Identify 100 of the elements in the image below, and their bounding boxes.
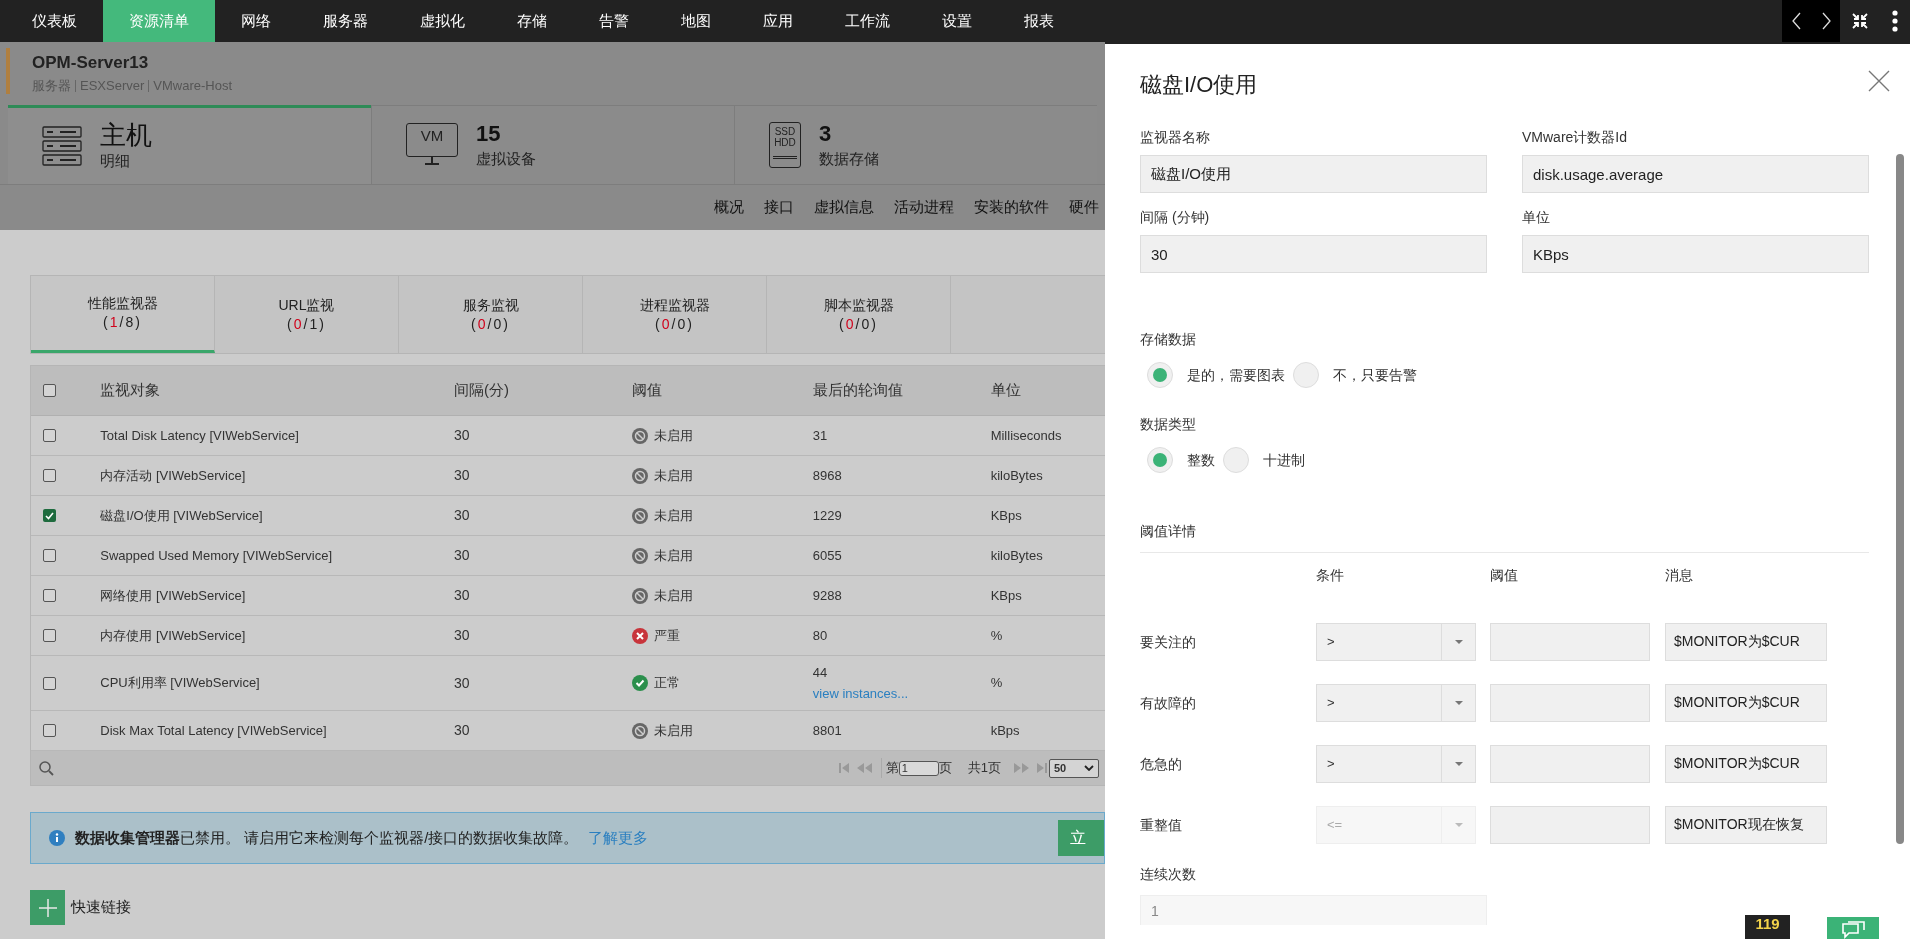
page-size-select[interactable]: 50 — [1049, 758, 1099, 778]
status-label: 未启用 — [653, 546, 693, 565]
table-cell-text: KBps — [990, 586, 1023, 605]
threshold-field[interactable] — [1490, 806, 1650, 844]
nav-tab[interactable]: 告警 — [573, 0, 655, 42]
threshold-field[interactable] — [1490, 684, 1650, 722]
column-header[interactable]: 间隔(分) — [454, 379, 632, 402]
forward-icon[interactable] — [1820, 12, 1831, 30]
condition-select[interactable]: > — [1316, 745, 1476, 783]
summary-tab[interactable]: SSD HDD 3 数据存储 — [734, 105, 1097, 184]
subnav-link[interactable]: 接口 — [764, 196, 794, 219]
message-field[interactable]: $MONITOR为$CUR — [1665, 745, 1827, 783]
summary-tab[interactable]: 主机 明细 — [8, 105, 371, 184]
nav-tab[interactable]: 虚拟化 — [394, 0, 491, 42]
column-header[interactable]: 监视对象 — [100, 379, 455, 402]
summary-value: 主机 — [100, 119, 152, 150]
field-label: 间隔 (分钟) — [1140, 208, 1211, 227]
nav-tab[interactable]: 仪表板 — [6, 0, 103, 42]
column-header[interactable]: 阈值 — [631, 379, 813, 402]
nav-tab[interactable]: 服务器 — [297, 0, 394, 42]
subnav-link[interactable]: 安装的软件 — [974, 196, 1049, 219]
nav-tab[interactable]: 设置 — [916, 0, 998, 42]
checkbox[interactable] — [43, 724, 56, 737]
table-cell-text: 30 — [454, 673, 471, 693]
radio-button[interactable] — [1223, 447, 1249, 473]
column-header: 阈值 — [1490, 566, 1519, 585]
radio-label[interactable]: 不，只要告警 — [1333, 364, 1417, 386]
column-header[interactable]: 最后的轮询值 — [812, 379, 991, 402]
nav-tab[interactable]: 存储 — [491, 0, 573, 42]
condition-select[interactable]: > — [1316, 684, 1476, 722]
column-header: 条件 — [1316, 566, 1345, 585]
page-label: 页 — [938, 759, 952, 778]
text-field[interactable]: 1 — [1140, 895, 1487, 925]
radio-label[interactable]: 是的，需要图表 — [1187, 364, 1285, 386]
subnav-link[interactable]: 概况 — [714, 196, 744, 219]
alarm-count-badge[interactable]: 119 — [1745, 915, 1790, 939]
radio-label[interactable]: 整数 — [1187, 449, 1215, 471]
table-cell-text: kBps — [990, 721, 1021, 740]
radio-button[interactable] — [1147, 362, 1173, 388]
text-field[interactable]: KBps — [1522, 235, 1869, 273]
radio-button[interactable] — [1147, 447, 1173, 473]
text-field[interactable]: disk.usage.average — [1522, 155, 1869, 193]
subnav-link[interactable]: 硬件 — [1069, 196, 1099, 219]
monitor-tab[interactable]: 脚本监视器 (0/0) — [767, 276, 951, 353]
back-icon[interactable] — [1791, 12, 1802, 30]
page-total: 共1页 — [967, 759, 1001, 778]
radio-label[interactable]: 十进制 — [1263, 449, 1305, 471]
checkbox[interactable] — [43, 629, 56, 642]
summary-label: 明细 — [100, 150, 131, 171]
add-button[interactable] — [30, 890, 65, 925]
condition-select[interactable]: > — [1316, 623, 1476, 661]
nav-tab[interactable]: 地图 — [655, 0, 737, 42]
threshold-field[interactable] — [1490, 745, 1650, 783]
chat-icon — [1840, 921, 1866, 939]
table-cell-text: 8968 — [812, 466, 843, 485]
table-cell-text: 6055 — [812, 546, 843, 565]
checkbox[interactable] — [43, 676, 56, 690]
status-label: 未启用 — [653, 466, 693, 485]
table-cell-text: 44 — [812, 663, 829, 682]
checkbox[interactable] — [43, 429, 56, 442]
table-cell-text: 1229 — [812, 506, 843, 525]
message-field[interactable]: $MONITOR为$CUR — [1665, 684, 1827, 722]
checkbox[interactable] — [43, 384, 56, 397]
status-label: 未启用 — [653, 586, 693, 605]
nav-tab[interactable]: 应用 — [737, 0, 819, 42]
summary-tab[interactable]: VM 15 虚拟设备 — [370, 105, 734, 184]
table-cell-text: 30 — [454, 466, 471, 485]
subnav-link[interactable]: 虚拟信息 — [814, 196, 874, 219]
search-icon[interactable] — [39, 760, 54, 776]
more-options-icon[interactable] — [1892, 10, 1898, 32]
column-header[interactable]: 单位 — [990, 379, 1105, 402]
nav-tab[interactable]: 报表 — [998, 0, 1080, 42]
text-field[interactable]: 30 — [1140, 235, 1487, 273]
info-icon — [49, 830, 65, 846]
threshold-field[interactable] — [1490, 623, 1650, 661]
status-label: 严重 — [653, 626, 680, 645]
chat-button[interactable] — [1827, 917, 1879, 939]
monitor-tab[interactable]: 服务监视 (0/0) — [399, 276, 583, 353]
monitor-tab[interactable]: 进程监视器 (0/0) — [583, 276, 767, 353]
quick-links-label[interactable]: 快速链接 — [71, 896, 131, 919]
monitor-tab[interactable]: 性能监视器 (1/8) — [31, 276, 215, 353]
monitor-tab[interactable]: URL监视 (0/1) — [215, 276, 399, 353]
field-label: 连续次数 — [1140, 865, 1197, 884]
table-cell-text: 30 — [454, 586, 471, 605]
collapse-icon[interactable] — [1851, 12, 1869, 30]
page-input[interactable]: 1 — [898, 760, 939, 776]
checkbox[interactable] — [43, 509, 56, 522]
text-field[interactable]: 磁盘I/O使用 — [1140, 155, 1487, 193]
checkbox[interactable] — [43, 549, 56, 562]
page-label: 第 — [880, 758, 899, 778]
nav-tab[interactable]: 网络 — [215, 0, 297, 42]
radio-button[interactable] — [1293, 362, 1319, 388]
subnav-link[interactable]: 活动进程 — [894, 196, 954, 219]
checkbox[interactable] — [43, 469, 56, 482]
status-label: 未启用 — [653, 506, 693, 525]
close-icon[interactable] — [1868, 70, 1890, 92]
nav-tab[interactable]: 工作流 — [819, 0, 916, 42]
checkbox[interactable] — [43, 589, 56, 602]
message-field[interactable]: $MONITOR为$CUR — [1665, 623, 1827, 661]
table-cell-text: 30 — [454, 426, 471, 445]
